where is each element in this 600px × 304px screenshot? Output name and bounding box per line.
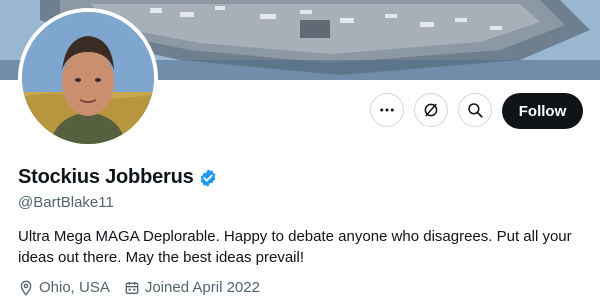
display-name: Stockius Jobberus (18, 166, 194, 188)
location-item: Ohio, USA (18, 279, 110, 296)
profile-meta-row: Ohio, USA Joined April 2022 (18, 279, 274, 296)
joined-text: Joined April 2022 (144, 279, 260, 296)
profile-photo (22, 12, 154, 144)
joined-item: Joined April 2022 (124, 279, 260, 296)
profile-avatar[interactable] (18, 8, 158, 148)
more-button[interactable] (370, 93, 404, 127)
follow-button[interactable]: Follow (502, 93, 583, 129)
location-pin-icon (20, 280, 32, 296)
calendar-icon (125, 281, 139, 294)
subscribe-icon (424, 103, 438, 117)
more-dots-icon (380, 108, 394, 112)
profile-bio: Ultra Mega MAGA Deplorable. Happy to deb… (18, 228, 572, 266)
location-text: Ohio, USA (39, 279, 110, 296)
subscribe-button[interactable] (414, 93, 448, 127)
follow-button-label: Follow (518, 102, 567, 120)
profile-name-row: Stockius Jobberus (18, 166, 218, 189)
verified-badge-icon[interactable] (198, 168, 218, 188)
search-icon (468, 103, 483, 118)
profile-handle: @BartBlake11 (18, 194, 114, 211)
search-button[interactable] (458, 93, 492, 127)
